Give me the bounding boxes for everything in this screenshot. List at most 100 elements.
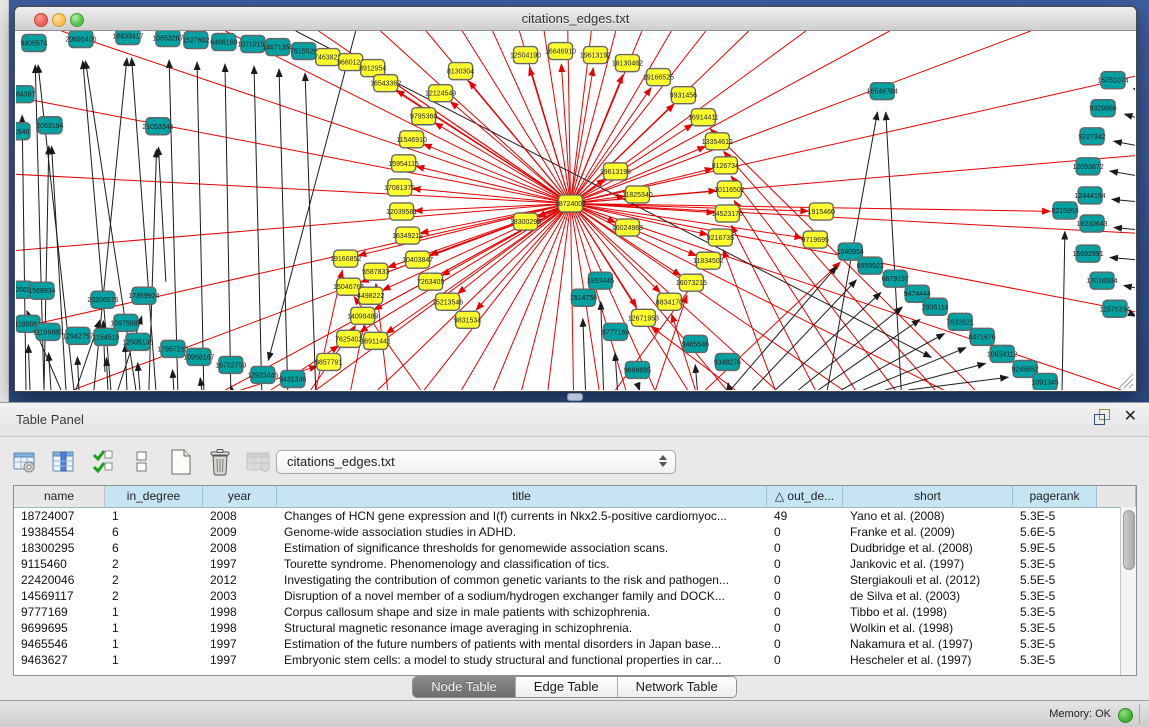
graph-node[interactable]: 4498222	[357, 287, 384, 304]
graph-node[interactable]: 17081375	[384, 179, 415, 196]
graph-node[interactable]: 911546	[16, 123, 30, 140]
show-columns-icon[interactable]	[49, 447, 79, 477]
graph-node[interactable]: 10653287	[152, 31, 183, 47]
table-row[interactable]: 1872400712008Changes of HCN gene express…	[14, 508, 1136, 524]
graph-node[interactable]: 12039581	[386, 203, 417, 220]
graph-node[interactable]: 11834502	[693, 252, 724, 269]
table-vertical-scrollbar[interactable]	[1120, 507, 1136, 675]
table-select-dropdown[interactable]: citations_edges.txt	[276, 450, 676, 474]
graph-node[interactable]: 9405574	[20, 35, 47, 52]
column-header-year[interactable]: year	[203, 486, 277, 507]
graph-node[interactable]: 9719695	[802, 231, 829, 248]
scrollbar-thumb[interactable]	[1123, 510, 1135, 570]
graph-node[interactable]: 17016504	[1086, 272, 1117, 289]
graph-node[interactable]: 16210643	[1076, 215, 1107, 232]
column-header-short[interactable]: short	[843, 486, 1013, 507]
graph-hub-node[interactable]: 18724007	[555, 195, 586, 212]
graph-node[interactable]: 9699695	[624, 361, 651, 378]
graph-node[interactable]: 18433417	[112, 31, 143, 45]
clear-row-selection-icon[interactable]	[127, 447, 157, 477]
graph-node[interactable]: 19613195	[600, 163, 631, 180]
graph-node[interactable]: 16646910	[545, 43, 576, 60]
select-all-rows-icon[interactable]	[88, 447, 118, 477]
table-row[interactable]: 1456911722003Disruption of a novel membe…	[14, 588, 1136, 604]
graph-node[interactable]: 9795360	[410, 108, 437, 125]
delete-table-icon[interactable]	[244, 447, 274, 477]
network-canvas-area[interactable]: 9405574206914061843341710653287152760264…	[16, 31, 1135, 390]
graph-node[interactable]: 9931456	[670, 87, 697, 104]
graph-node[interactable]: 8471676	[969, 328, 996, 345]
table-row[interactable]: 1938455462009Genome-wide association stu…	[14, 524, 1136, 540]
graph-node[interactable]: 12504190	[510, 47, 541, 64]
graph-node[interactable]: 12942757	[62, 327, 93, 344]
graph-node[interactable]: 8130304	[447, 63, 474, 80]
graph-node[interactable]: 9348276	[714, 353, 741, 370]
graph-node[interactable]: 1514758	[570, 289, 597, 306]
graph-node[interactable]: 13354612	[702, 133, 733, 150]
graph-node[interactable]: 10975887	[110, 314, 141, 331]
graph-node[interactable]: 20206576	[87, 291, 118, 308]
column-header-title[interactable]: title	[277, 486, 767, 507]
graph-node[interactable]: 9329966	[1089, 100, 1116, 117]
graph-node[interactable]: 16024963	[612, 219, 643, 236]
graph-node[interactable]: 7263405	[417, 273, 444, 290]
graph-node[interactable]: 10403847	[402, 251, 433, 268]
graph-node[interactable]: 18300295	[510, 213, 541, 230]
tab-node-table[interactable]: Node Table	[413, 677, 516, 697]
column-header-out_de[interactable]: △ out_de...	[767, 486, 843, 507]
graph-node[interactable]: 12124549	[425, 85, 456, 102]
graph-node[interactable]: 1091345	[1031, 373, 1058, 390]
window-titlebar[interactable]: citations_edges.txt	[15, 7, 1136, 31]
table-row[interactable]: 977716911998Corpus callosum shape and si…	[14, 604, 1136, 620]
graph-node[interactable]: 11675334	[1100, 300, 1131, 317]
delete-column-icon[interactable]	[205, 447, 235, 477]
graph-node[interactable]: 19166525	[643, 69, 674, 86]
graph-node[interactable]: 16782759	[215, 356, 246, 373]
float-panel-icon[interactable]	[1094, 409, 1110, 425]
graph-node[interactable]: 10116502	[714, 181, 745, 198]
graph-node[interactable]: 16543362	[370, 75, 401, 92]
graph-node[interactable]: 2935114	[922, 298, 949, 315]
panel-resize-handle[interactable]	[567, 393, 583, 401]
column-header-pagerank[interactable]: pagerank	[1013, 486, 1097, 507]
graph-node[interactable]: 8834170	[656, 293, 683, 310]
table-row[interactable]: 1830029562008Estimation of significance …	[14, 540, 1136, 556]
graph-node[interactable]: 8958923	[857, 257, 884, 274]
table-settings-icon[interactable]	[10, 447, 40, 477]
graph-node[interactable]: 19613192	[580, 47, 611, 64]
graph-node[interactable]: 1953445	[587, 272, 614, 289]
graph-node[interactable]: 6466160	[210, 34, 237, 51]
graph-node[interactable]: 6679197	[882, 270, 909, 287]
graph-node[interactable]: 12923446	[247, 366, 278, 383]
tab-edge-table[interactable]: Edge Table	[516, 677, 618, 697]
graph-node[interactable]: 9777169	[602, 323, 629, 340]
graph-node[interactable]: 17359924	[128, 287, 159, 304]
table-row[interactable]: 911546021997Tourette syndrome. Phenomeno…	[14, 556, 1136, 572]
graph-node[interactable]: 9216735	[707, 229, 734, 246]
graph-node[interactable]: 12444154	[1074, 187, 1105, 204]
table-row[interactable]: 946554611997Estimation of the future num…	[14, 636, 1136, 652]
graph-node[interactable]: 1915460	[808, 203, 835, 220]
new-table-icon[interactable]	[166, 447, 196, 477]
graph-node[interactable]: 11825340	[622, 186, 653, 203]
column-header-name[interactable]: name	[14, 486, 105, 507]
table-row[interactable]: 946362711997Embryonic stem cells: a mode…	[14, 652, 1136, 668]
table-row[interactable]: 969969511998Structural magnetic resonanc…	[14, 620, 1136, 636]
graph-node[interactable]: 7625402	[335, 330, 362, 347]
graph-node[interactable]: 14671358	[262, 39, 293, 56]
graph-node[interactable]: 15751074	[1097, 72, 1128, 89]
graph-node[interactable]: 15213546	[432, 293, 463, 310]
graph-node[interactable]: 14523176	[712, 205, 743, 222]
close-panel-icon[interactable]: ✕	[1124, 409, 1137, 425]
graph-node[interactable]: 9831534	[454, 311, 481, 328]
graph-node[interactable]: 1568934	[28, 282, 55, 299]
graph-node[interactable]: 16911441	[360, 332, 391, 349]
graph-node[interactable]: 12093872	[1072, 158, 1103, 175]
tab-network-table[interactable]: Network Table	[618, 677, 736, 697]
graph-node[interactable]: 9465546	[682, 335, 709, 352]
graph-node[interactable]: 19166852	[330, 250, 361, 267]
graph-node[interactable]: 11546910	[396, 131, 427, 148]
graph-node[interactable]: 9431346	[279, 370, 306, 387]
graph-node[interactable]: 21053346	[142, 118, 173, 135]
graph-node[interactable]: 5587833	[362, 263, 389, 280]
